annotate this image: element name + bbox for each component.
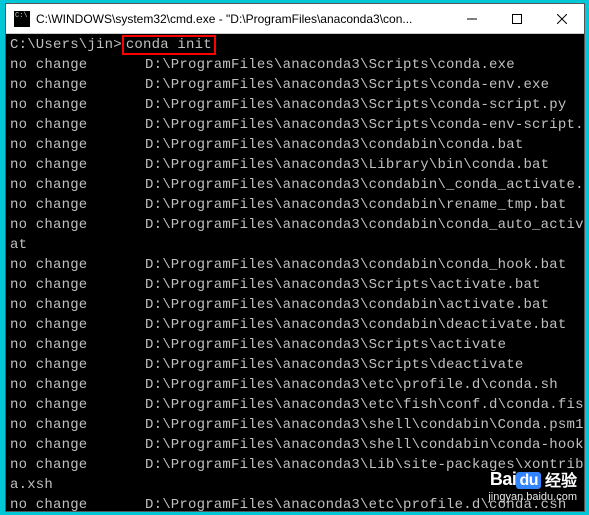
output-status: no change — [10, 335, 145, 355]
watermark-logo: Baidu — [490, 469, 541, 490]
output-status: no change — [10, 295, 145, 315]
close-button[interactable] — [539, 4, 584, 33]
output-path: D:\ProgramFiles\anaconda3\condabin\conda… — [145, 257, 566, 273]
output-path: D:\ProgramFiles\anaconda3\shell\condabin… — [145, 437, 584, 453]
output-path: D:\ProgramFiles\anaconda3\Scripts\conda-… — [145, 77, 549, 93]
output-path: D:\ProgramFiles\anaconda3\Scripts\activa… — [145, 337, 506, 353]
cmd-window: C:\WINDOWS\system32\cmd.exe - "D:\Progra… — [5, 3, 585, 512]
watermark-url: jingyan.baidu.com — [488, 491, 577, 503]
output-status: no change — [10, 95, 145, 115]
output-status: no change — [10, 255, 145, 275]
output-status: no change — [10, 195, 145, 215]
watermark-suffix: 经验 — [545, 467, 577, 491]
output-path: D:\ProgramFiles\anaconda3\shell\condabin… — [145, 417, 584, 433]
output-status: no change — [10, 175, 145, 195]
watermark: Baidu 经验 jingyan.baidu.com — [488, 467, 577, 503]
output-path: D:\ProgramFiles\anaconda3\Scripts\activa… — [145, 277, 541, 293]
prompt: C:\Users\jin> — [10, 37, 122, 53]
output-path: D:\ProgramFiles\anaconda3\condabin\conda… — [145, 217, 584, 233]
output-path: D:\ProgramFiles\anaconda3\Scripts\conda-… — [145, 117, 584, 133]
output-path: D:\ProgramFiles\anaconda3\Scripts\deacti… — [145, 357, 523, 373]
output-block-1: no changeD:\ProgramFiles\anaconda3\Scrip… — [10, 57, 584, 213]
maximize-button[interactable] — [494, 4, 539, 33]
output-status: no change — [10, 495, 145, 511]
output-path: D:\ProgramFiles\anaconda3\condabin\_cond… — [145, 177, 584, 193]
output-status: no change — [10, 315, 145, 335]
titlebar[interactable]: C:\WINDOWS\system32\cmd.exe - "D:\Progra… — [6, 4, 584, 34]
output-status: no change — [10, 155, 145, 175]
output-path: D:\ProgramFiles\anaconda3\Scripts\conda.… — [145, 57, 515, 73]
output-status: no change — [10, 135, 145, 155]
minimize-button[interactable] — [449, 4, 494, 33]
output-continuation: a.xsh — [10, 477, 53, 493]
output-path: D:\ProgramFiles\anaconda3\condabin\deact… — [145, 317, 566, 333]
output-status: no change — [10, 275, 145, 295]
output-status: no change — [10, 435, 145, 455]
window-controls — [449, 4, 584, 33]
output-status: no change — [10, 415, 145, 435]
terminal-area[interactable]: C:\Users\jin>conda init no changeD:\Prog… — [6, 34, 584, 511]
output-status: no change — [10, 115, 145, 135]
cmd-icon — [14, 11, 30, 27]
output-status: no change — [10, 455, 145, 475]
window-title: C:\WINDOWS\system32\cmd.exe - "D:\Progra… — [36, 12, 449, 26]
output-status: no change — [10, 395, 145, 415]
output-status: no change — [10, 375, 145, 395]
output-path: D:\ProgramFiles\anaconda3\etc\fish\conf.… — [145, 397, 584, 413]
output-path: D:\ProgramFiles\anaconda3\condabin\conda… — [145, 137, 523, 153]
output-path: D:\ProgramFiles\anaconda3\Library\bin\co… — [145, 157, 549, 173]
output-status: no change — [10, 355, 145, 375]
output-path: D:\ProgramFiles\anaconda3\Scripts\conda-… — [145, 97, 566, 113]
output-block-2: no changeD:\ProgramFiles\anaconda3\conda… — [10, 257, 584, 453]
output-path: D:\ProgramFiles\anaconda3\condabin\renam… — [145, 197, 566, 213]
output-path: D:\ProgramFiles\anaconda3\condabin\activ… — [145, 297, 549, 313]
output-status: no change — [10, 55, 145, 75]
output-path: D:\ProgramFiles\anaconda3\etc\profile.d\… — [145, 377, 558, 393]
highlighted-command: conda init — [122, 35, 216, 55]
output-continuation: at — [10, 237, 27, 253]
output-status: no change — [10, 75, 145, 95]
output-status: no change — [10, 215, 145, 235]
